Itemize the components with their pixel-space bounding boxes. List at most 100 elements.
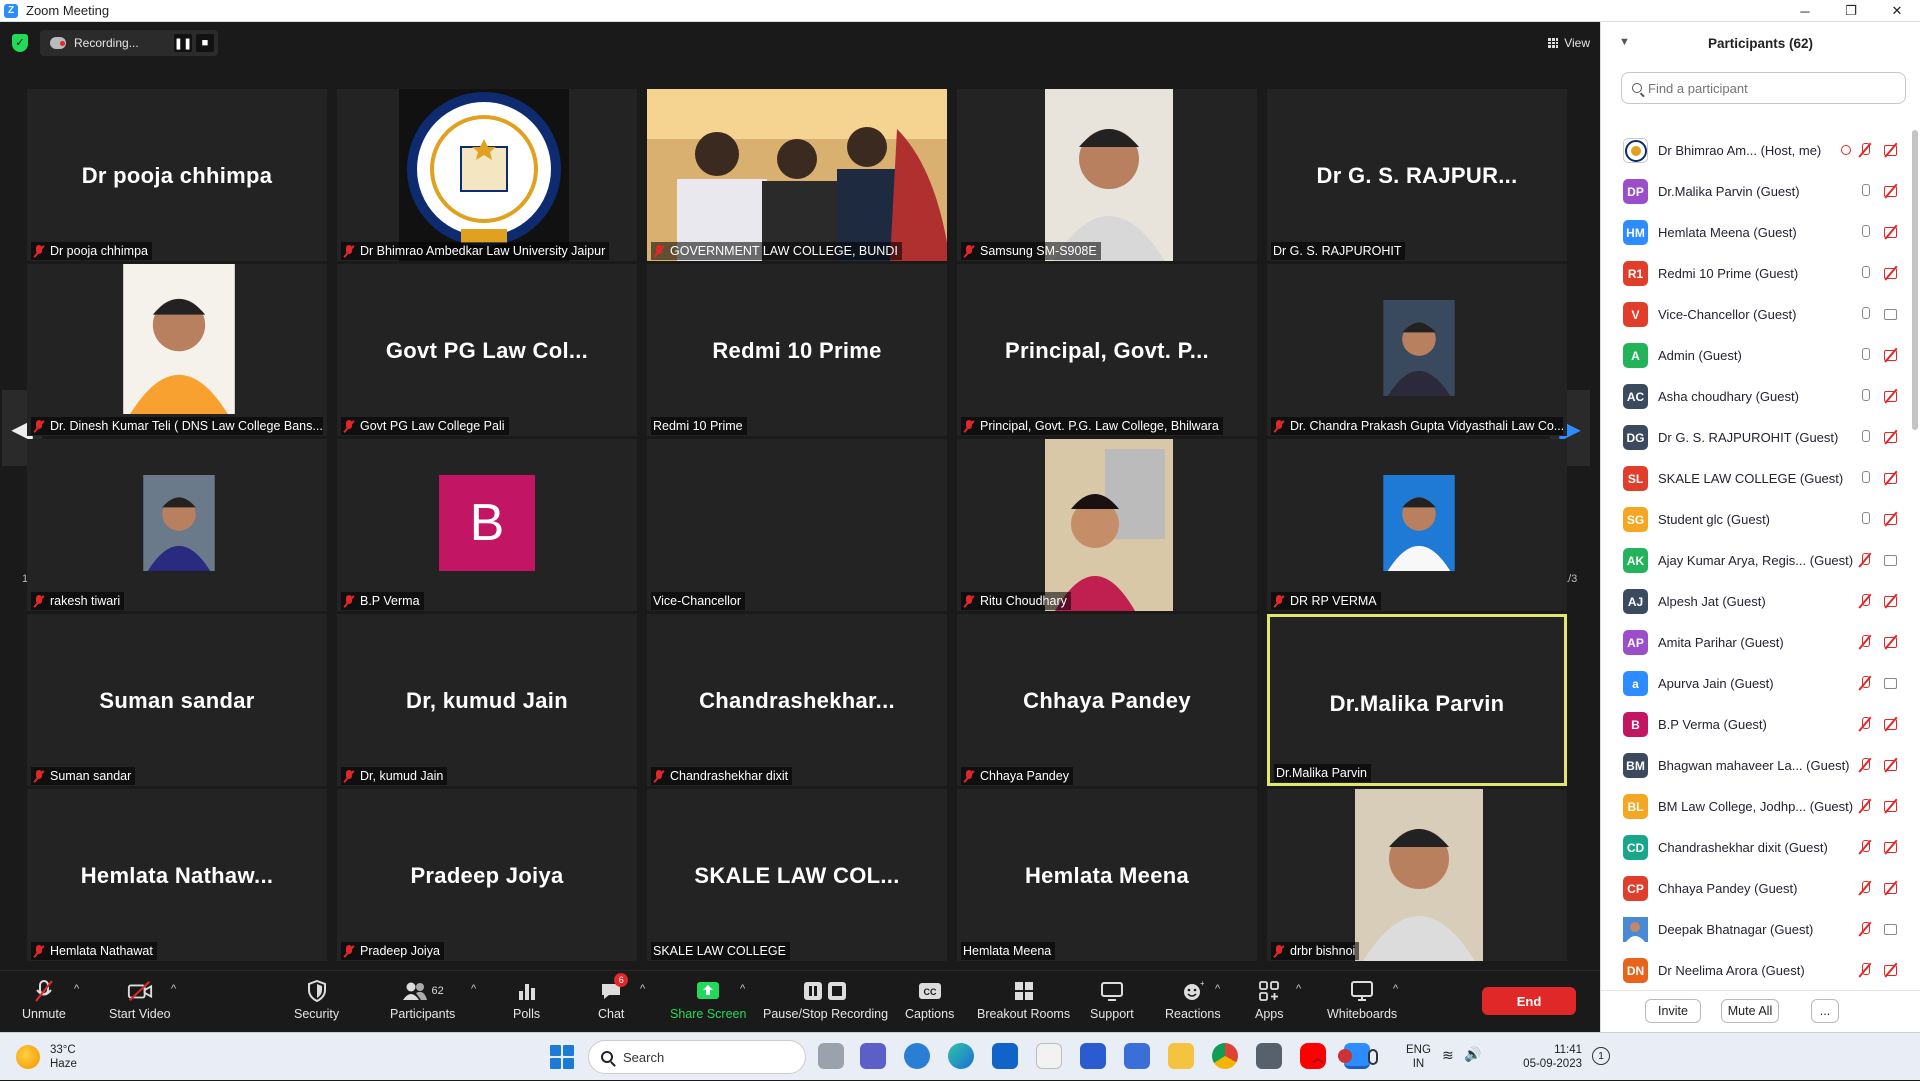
video-tile[interactable]: DR RP VERMA [1267, 439, 1567, 611]
help-app-icon[interactable] [904, 1043, 930, 1069]
mic-icon[interactable] [1857, 266, 1873, 280]
video-tile[interactable]: Redmi 10 Prime Redmi 10 Prime [647, 264, 947, 436]
chat-options-caret[interactable]: ^ [640, 983, 645, 995]
video-off-icon[interactable] [1883, 963, 1899, 977]
windows-start-icon[interactable] [550, 1045, 574, 1069]
participant-row[interactable]: B B.P Verma (Guest) [1601, 704, 1913, 745]
app-icon-calendar[interactable] [1124, 1043, 1150, 1069]
whiteboards-button[interactable]: Whiteboards [1327, 979, 1397, 1021]
clock[interactable]: 11:41 05-09-2023 [1512, 1043, 1582, 1071]
participants-button[interactable]: 62 Participants [390, 979, 455, 1021]
audio-options-caret[interactable]: ^ [74, 983, 79, 995]
video-tile[interactable]: drbr bishnoi [1267, 789, 1567, 961]
muted-mic-icon[interactable] [1857, 799, 1873, 813]
tray-app-icon[interactable] [1338, 1049, 1352, 1063]
wifi-icon[interactable]: ≋ [1442, 1047, 1454, 1064]
participant-search-input[interactable] [1648, 80, 1888, 96]
mic-icon[interactable] [1857, 348, 1873, 362]
video-tile[interactable]: Chhaya Pandey Chhaya Pandey [957, 614, 1257, 786]
video-options-caret[interactable]: ^ [171, 983, 176, 995]
mic-icon[interactable] [1857, 471, 1873, 485]
participant-row[interactable]: R1 Redmi 10 Prime (Guest) [1601, 253, 1913, 294]
encryption-shield-icon[interactable]: ✓ [12, 34, 28, 52]
muted-mic-icon[interactable] [1857, 676, 1873, 690]
participant-list-scrollbar[interactable] [1912, 130, 1918, 430]
video-tile[interactable]: Ritu Choudhary [957, 439, 1257, 611]
mic-icon[interactable] [1857, 225, 1873, 239]
end-meeting-button[interactable]: End [1482, 987, 1576, 1015]
participants-options-caret[interactable]: ^ [471, 983, 476, 995]
video-off-icon[interactable] [1883, 430, 1899, 444]
participant-row[interactable]: Dr Bhimrao Am... (Host, me) [1601, 130, 1913, 171]
video-off-icon[interactable] [1883, 594, 1899, 608]
pause-stop-recording-button[interactable]: Pause/Stop Recording [763, 979, 888, 1021]
video-off-icon[interactable] [1883, 881, 1899, 895]
mute-all-button[interactable]: Mute All [1721, 999, 1779, 1023]
muted-mic-icon[interactable] [1857, 143, 1873, 157]
pause-recording-button[interactable]: ❚❚ [174, 34, 192, 52]
minimize-button[interactable]: ─ [1782, 0, 1828, 22]
participant-row[interactable]: AP Amita Parihar (Guest) [1601, 622, 1913, 663]
file-explorer-icon[interactable] [1168, 1043, 1194, 1069]
collapse-panel-chevron-icon[interactable]: ▼ [1619, 36, 1630, 48]
participant-row[interactable]: CD Chandrashekhar dixit (Guest) [1601, 827, 1913, 868]
mic-icon[interactable] [1857, 389, 1873, 403]
video-tile[interactable]: Dr G. S. RAJPUR... Dr G. S. RAJPUROHIT [1267, 89, 1567, 261]
participant-row[interactable]: AJ Alpesh Jat (Guest) [1601, 581, 1913, 622]
muted-mic-icon[interactable] [1857, 881, 1873, 895]
video-off-icon[interactable] [1883, 266, 1899, 280]
video-tile[interactable]: Dr pooja chhimpa Dr pooja chhimpa [27, 89, 327, 261]
video-off-icon[interactable] [1883, 635, 1899, 649]
reactions-button[interactable]: + Reactions [1165, 979, 1221, 1021]
video-tile[interactable]: SKALE LAW COL... SKALE LAW COLLEGE [647, 789, 947, 961]
video-tile[interactable]: Chandrashekhar... Chandrashekhar dixit [647, 614, 947, 786]
polls-button[interactable]: Polls [513, 979, 540, 1021]
video-off-icon[interactable] [1883, 143, 1899, 157]
apps-button[interactable]: Apps [1255, 979, 1284, 1021]
teams-chat-icon[interactable] [860, 1043, 886, 1069]
unmute-button[interactable]: Unmute [22, 979, 66, 1021]
video-tile[interactable]: Pradeep Joiya Pradeep Joiya [337, 789, 637, 961]
video-tile[interactable]: Samsung SM-S908E [957, 89, 1257, 261]
start-video-button[interactable]: Start Video [109, 979, 171, 1021]
video-tile[interactable]: Dr, kumud Jain Dr, kumud Jain [337, 614, 637, 786]
video-off-icon[interactable] [1883, 512, 1899, 526]
video-icon[interactable] [1883, 553, 1899, 567]
video-tile[interactable]: B B.P Verma [337, 439, 637, 611]
participant-row[interactable]: BL BM Law College, Jodhp... (Guest) [1601, 786, 1913, 827]
participant-row[interactable]: SL SKALE LAW COLLEGE (Guest) [1601, 458, 1913, 499]
store-icon[interactable] [1036, 1043, 1062, 1069]
reactions-options-caret[interactable]: ^ [1215, 983, 1220, 995]
participant-row[interactable]: CP Chhaya Pandey (Guest) [1601, 868, 1913, 909]
video-tile[interactable]: Dr.Malika Parvin Dr.Malika Parvin [1267, 614, 1567, 786]
video-off-icon[interactable] [1883, 840, 1899, 854]
edge-browser-icon[interactable] [948, 1043, 974, 1069]
share-screen-button[interactable]: Share Screen [670, 979, 746, 1021]
share-options-caret[interactable]: ^ [740, 983, 745, 995]
participant-row[interactable]: AK Ajay Kumar Arya, Regis... (Guest) [1601, 540, 1913, 581]
video-tile[interactable]: Dr Bhimrao Ambedkar Law University Jaipu… [337, 89, 637, 261]
participant-row[interactable]: V Vice-Chancellor (Guest) [1601, 294, 1913, 335]
language-indicator[interactable]: ENG IN [1406, 1043, 1431, 1071]
captions-button[interactable]: CC Captions [905, 979, 954, 1021]
muted-mic-icon[interactable] [1857, 553, 1873, 567]
video-tile[interactable]: GOVERNMENT LAW COLLEGE, BUNDI [647, 89, 947, 261]
mic-icon[interactable] [1857, 307, 1873, 321]
video-off-icon[interactable] [1883, 184, 1899, 198]
video-off-icon[interactable] [1883, 471, 1899, 485]
security-button[interactable]: Security [294, 979, 339, 1021]
apps-options-caret[interactable]: ^ [1296, 983, 1301, 995]
muted-mic-icon[interactable] [1857, 963, 1873, 977]
video-tile[interactable]: Dr. Chandra Prakash Gupta Vidyasthali La… [1267, 264, 1567, 436]
support-button[interactable]: Support [1090, 979, 1134, 1021]
video-tile[interactable]: Vice-Chancellor [647, 439, 947, 611]
mic-icon[interactable] [1857, 512, 1873, 526]
video-tile[interactable]: Hemlata Meena Hemlata Meena [957, 789, 1257, 961]
video-off-icon[interactable] [1883, 389, 1899, 403]
tray-mic-icon[interactable] [1368, 1049, 1378, 1065]
video-off-icon[interactable] [1883, 799, 1899, 813]
video-off-icon[interactable] [1883, 717, 1899, 731]
video-off-icon[interactable] [1883, 348, 1899, 362]
mic-icon[interactable] [1857, 184, 1873, 198]
participant-row[interactable]: Deepak Bhatnagar (Guest) [1601, 909, 1913, 950]
